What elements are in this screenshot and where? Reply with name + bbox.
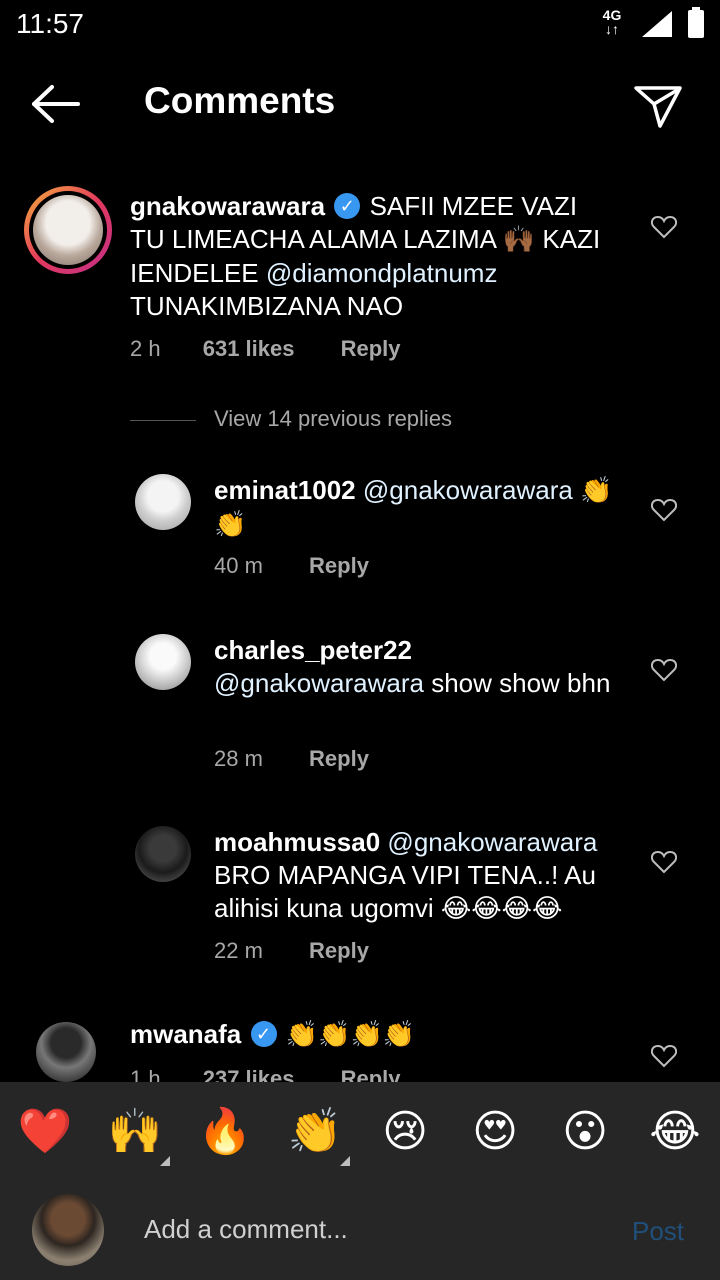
comment-time: 2 h (130, 336, 161, 361)
reply-button[interactable]: Reply (341, 1066, 401, 1082)
comment-text: gnakowarawara SAFII MZEE VAZI TU LIMEACH… (130, 190, 610, 323)
comment-text: mwanafa 👏👏👏👏 (130, 1018, 610, 1052)
heart-icon[interactable] (651, 498, 677, 522)
avatar[interactable] (36, 1022, 96, 1082)
heart-icon[interactable] (651, 1044, 677, 1068)
status-time: 11:57 (16, 8, 84, 39)
reply-button[interactable]: Reply (309, 553, 369, 579)
heart-eyes-emoji-button[interactable]: 😍 (467, 1104, 523, 1160)
comment-likes[interactable]: 237 likes (203, 1066, 295, 1082)
crying-emoji-button[interactable]: 😢 (377, 1104, 433, 1160)
comment-likes[interactable]: 631 likes (203, 336, 295, 362)
page-title: Comments (144, 80, 336, 121)
reply-button[interactable]: Reply (309, 938, 369, 964)
paper-plane-icon[interactable] (630, 78, 684, 132)
comment-time: 40 m (214, 553, 263, 578)
comment-meta: 1 h 237 likes Reply (130, 1066, 401, 1082)
comment-body: TUNAKIMBIZANA NAO (130, 291, 404, 321)
signal-icon (642, 11, 672, 37)
comment-body: show show bhn (431, 668, 611, 698)
battery-icon (688, 7, 704, 38)
comment-emoji: 👏👏👏👏 (285, 1020, 416, 1050)
status-bar: 11:57 4G ↓↑ (0, 0, 720, 52)
comment-mention[interactable]: @gnakowarawara (387, 827, 597, 857)
comment-emoji: 😂😂😂😂 (440, 894, 563, 924)
clap-emoji-button[interactable]: 👏 (287, 1104, 343, 1160)
view-previous-replies[interactable]: View 14 previous replies (130, 406, 452, 432)
surprised-emoji-button[interactable]: 😮 (557, 1104, 613, 1160)
reply-button[interactable]: Reply (309, 746, 369, 772)
network-indicator: 4G ↓↑ (598, 8, 626, 36)
header: Comments (0, 52, 720, 156)
avatar-story-ring[interactable] (24, 186, 112, 274)
avatar[interactable] (135, 634, 191, 690)
comment-text: eminat1002 @gnakowarawara 👏👏 (214, 474, 614, 542)
comment-mention[interactable]: @gnakowarawara (214, 668, 424, 698)
divider-line (130, 419, 196, 421)
comment-emoji: 🙌🏾 (502, 225, 536, 255)
heart-icon[interactable] (651, 850, 677, 874)
raised-hands-emoji-button[interactable]: 🙌 (107, 1104, 163, 1160)
comment-username[interactable]: mwanafa (130, 1019, 241, 1049)
heart-icon[interactable] (651, 658, 677, 682)
view-replies-label: View 14 previous replies (214, 406, 453, 431)
comment-composer: Add a comment... Post (0, 1182, 720, 1280)
comment-time: 28 m (214, 746, 263, 771)
comments-list[interactable]: gnakowarawara SAFII MZEE VAZI TU LIMEACH… (0, 156, 720, 1082)
fire-emoji-button[interactable]: 🔥 (197, 1104, 253, 1160)
data-arrows-icon: ↓↑ (605, 21, 619, 37)
comment-username[interactable]: charles_peter22 (214, 635, 412, 665)
comment-username[interactable]: eminat1002 (214, 475, 356, 505)
comment-time: 1 h (130, 1066, 161, 1082)
skin-tone-indicator-icon (160, 1156, 170, 1166)
comment-time: 22 m (214, 938, 263, 963)
comment-username[interactable]: gnakowarawara (130, 191, 325, 221)
comment-username[interactable]: moahmussa0 (214, 827, 380, 857)
skin-tone-indicator-icon (340, 1156, 350, 1166)
arrow-left-icon[interactable] (26, 80, 86, 128)
comment-input[interactable]: Add a comment... (144, 1214, 594, 1245)
comment-mention[interactable]: @diamondplatnumz (266, 258, 498, 288)
reply-button[interactable]: Reply (341, 336, 401, 362)
comment-text: moahmussa0 @gnakowarawara BRO MAPANGA VI… (214, 826, 614, 926)
verified-badge-icon (250, 1021, 277, 1047)
comment-mention[interactable]: @gnakowarawara (363, 475, 573, 505)
laughing-emoji-button[interactable]: 😂 (647, 1104, 703, 1160)
heart-icon[interactable] (651, 215, 677, 239)
avatar[interactable] (135, 474, 191, 530)
post-button[interactable]: Post (632, 1216, 684, 1247)
comment-meta: 40 m Reply (214, 553, 369, 579)
avatar (32, 1194, 104, 1266)
comment-meta: 2 h 631 likes Reply (130, 336, 401, 362)
verified-badge-icon (334, 193, 361, 219)
heart-emoji-button[interactable]: ❤️ (17, 1104, 73, 1160)
comment-meta: 22 m Reply (214, 938, 369, 964)
avatar[interactable] (135, 826, 191, 882)
comment-meta: 28 m Reply (214, 746, 369, 772)
quick-reactions-bar: ❤️ 🙌 🔥 👏 😢 😍 😮 😂 (0, 1082, 720, 1182)
comment-text: charles_peter22 @gnakowarawara show show… (214, 634, 614, 700)
